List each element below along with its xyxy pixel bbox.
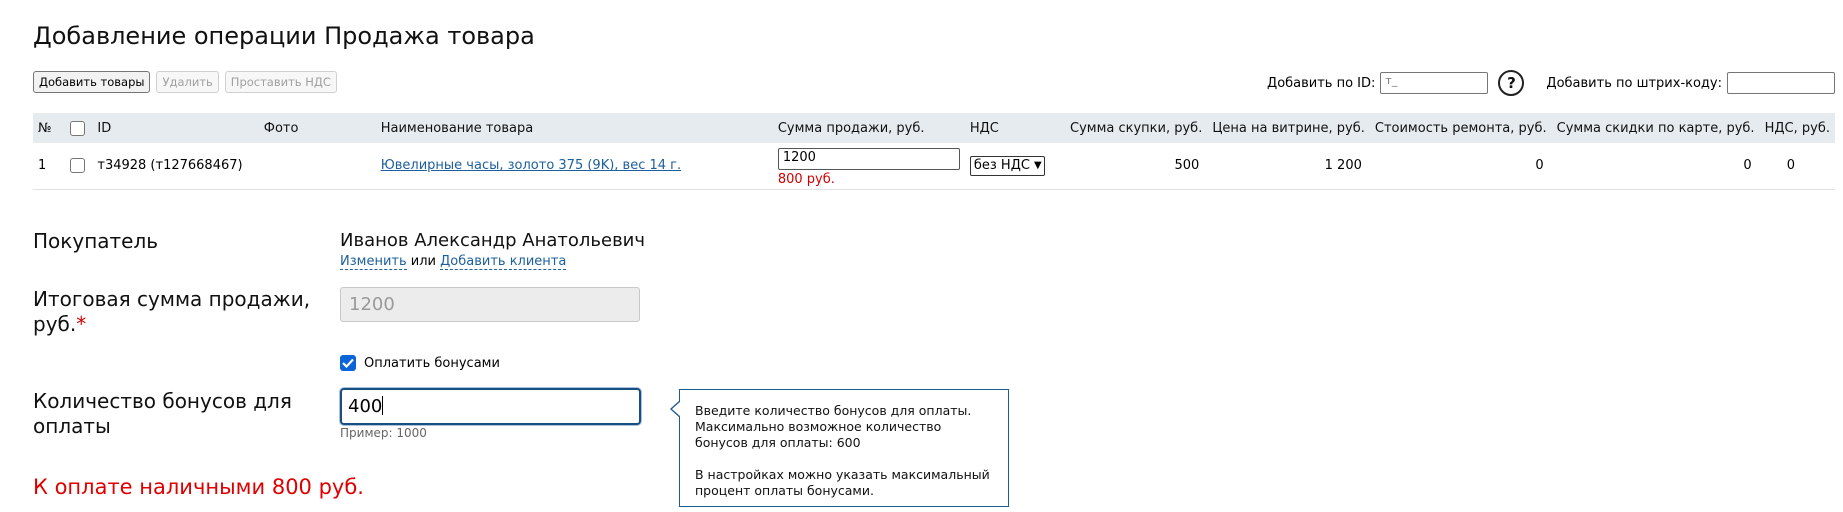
goods-table: № ID Фото Наименование товара Сумма прод… (33, 113, 1835, 190)
col-vat-rub: НДС, руб. (1759, 113, 1835, 143)
table-row: 1 т34928 (т127668467) Ювелирные часы, зо… (33, 143, 1835, 190)
toolbar: Добавить товары Удалить Проставить НДС (33, 71, 337, 93)
add-client-link[interactable]: Добавить клиента (440, 254, 567, 270)
table-header-row: № ID Фото Наименование товара Сумма прод… (33, 113, 1835, 143)
col-name: Наименование товара (375, 113, 773, 143)
row-select-cell (64, 143, 93, 190)
row-vat-rub: 0 (1759, 143, 1835, 190)
col-select-all (64, 113, 93, 143)
add-by-id-input[interactable]: т_ (1380, 72, 1489, 94)
row-num: 1 (33, 143, 65, 190)
help-icon[interactable]: ? (1498, 70, 1525, 96)
bonus-tooltip: Введите количество бонусов для оплаты. М… (670, 389, 1009, 507)
product-link[interactable]: Ювелирные часы, золото 375 (9K), вес 14 … (381, 158, 681, 173)
row-photo (258, 143, 376, 190)
vat-select[interactable]: без НДС ▼ (969, 155, 1045, 176)
select-all-checkbox[interactable] (69, 120, 85, 136)
col-vat: НДС (964, 113, 1065, 143)
pay-bonus-checkbox[interactable] (340, 355, 356, 371)
row-repair-cost: 0 (1369, 143, 1552, 190)
buyer-links: Изменить или Добавить клиента (340, 254, 567, 270)
add-by-id-label: Добавить по ID: (1267, 75, 1376, 91)
buyer-name: Иванов Александр Анатольевич (340, 230, 646, 251)
row-purchase-sum: 500 (1065, 143, 1208, 190)
col-sale-sum: Сумма продажи, руб. (772, 113, 965, 143)
col-id: ID (92, 113, 259, 143)
add-tools: Добавить по ID: т_ ? Добавить по штрих-к… (1267, 70, 1835, 96)
row-checkbox[interactable] (69, 158, 85, 174)
col-repair-cost: Стоимость ремонта, руб. (1369, 113, 1552, 143)
check-icon (342, 358, 354, 368)
add-goods-button[interactable]: Добавить товары (33, 71, 151, 93)
total-label-text: Итоговая сумма продажи, руб. (33, 287, 311, 336)
text-caret (382, 396, 384, 415)
chevron-down-icon: ▼ (1033, 160, 1042, 172)
total-label: Итоговая сумма продажи, руб.* (33, 287, 323, 337)
row-sale-sum-cell: 1200 800 руб. (772, 143, 965, 190)
pay-bonus-checkbox-row[interactable]: Оплатить бонусами (340, 355, 500, 371)
required-mark: * (76, 312, 87, 336)
col-num: № (33, 113, 65, 143)
col-card-discount: Сумма скидки по карте, руб. (1551, 113, 1760, 143)
change-buyer-link[interactable]: Изменить (340, 254, 407, 270)
col-purchase-sum: Сумма скупки, руб. (1065, 113, 1208, 143)
row-card-discount: 0 (1551, 143, 1760, 190)
bonus-example-hint: Пример: 1000 (340, 426, 427, 440)
vat-select-value: без НДС (973, 158, 1030, 174)
total-sum-input[interactable]: 1200 (340, 287, 640, 322)
col-photo: Фото (258, 113, 376, 143)
pay-cash-summary: К оплате наличными 800 руб. (33, 475, 364, 499)
sale-sum-note: 800 руб. (777, 172, 835, 188)
page-title: Добавление операции Продажа товара (33, 22, 535, 50)
bonus-amount-input[interactable]: 400 (340, 388, 641, 425)
bonus-label: Количество бонусов для оплаты (33, 389, 292, 438)
row-name-cell: Ювелирные часы, золото 375 (9K), вес 14 … (375, 143, 773, 190)
row-showcase-price: 1 200 (1207, 143, 1370, 190)
add-by-barcode-label: Добавить по штрих-коду: (1546, 75, 1722, 91)
set-vat-button[interactable]: Проставить НДС (224, 71, 337, 93)
tooltip-text-2: В настройках можно указать максимальный … (695, 467, 990, 498)
row-id: т34928 (т127668467) (92, 143, 259, 190)
or-text: или (410, 254, 436, 269)
add-by-barcode-input[interactable] (1727, 72, 1835, 94)
col-showcase-price: Цена на витрине, руб. (1207, 113, 1370, 143)
tooltip-text-1: Введите количество бонусов для оплаты. М… (695, 403, 972, 450)
buyer-label: Покупатель (33, 229, 159, 253)
row-vat-cell: без НДС ▼ (964, 143, 1065, 190)
pay-bonus-label: Оплатить бонусами (364, 355, 500, 371)
sale-sum-input[interactable]: 1200 (777, 148, 960, 171)
bonus-amount-value: 400 (348, 396, 383, 417)
delete-button[interactable]: Удалить (156, 71, 219, 93)
